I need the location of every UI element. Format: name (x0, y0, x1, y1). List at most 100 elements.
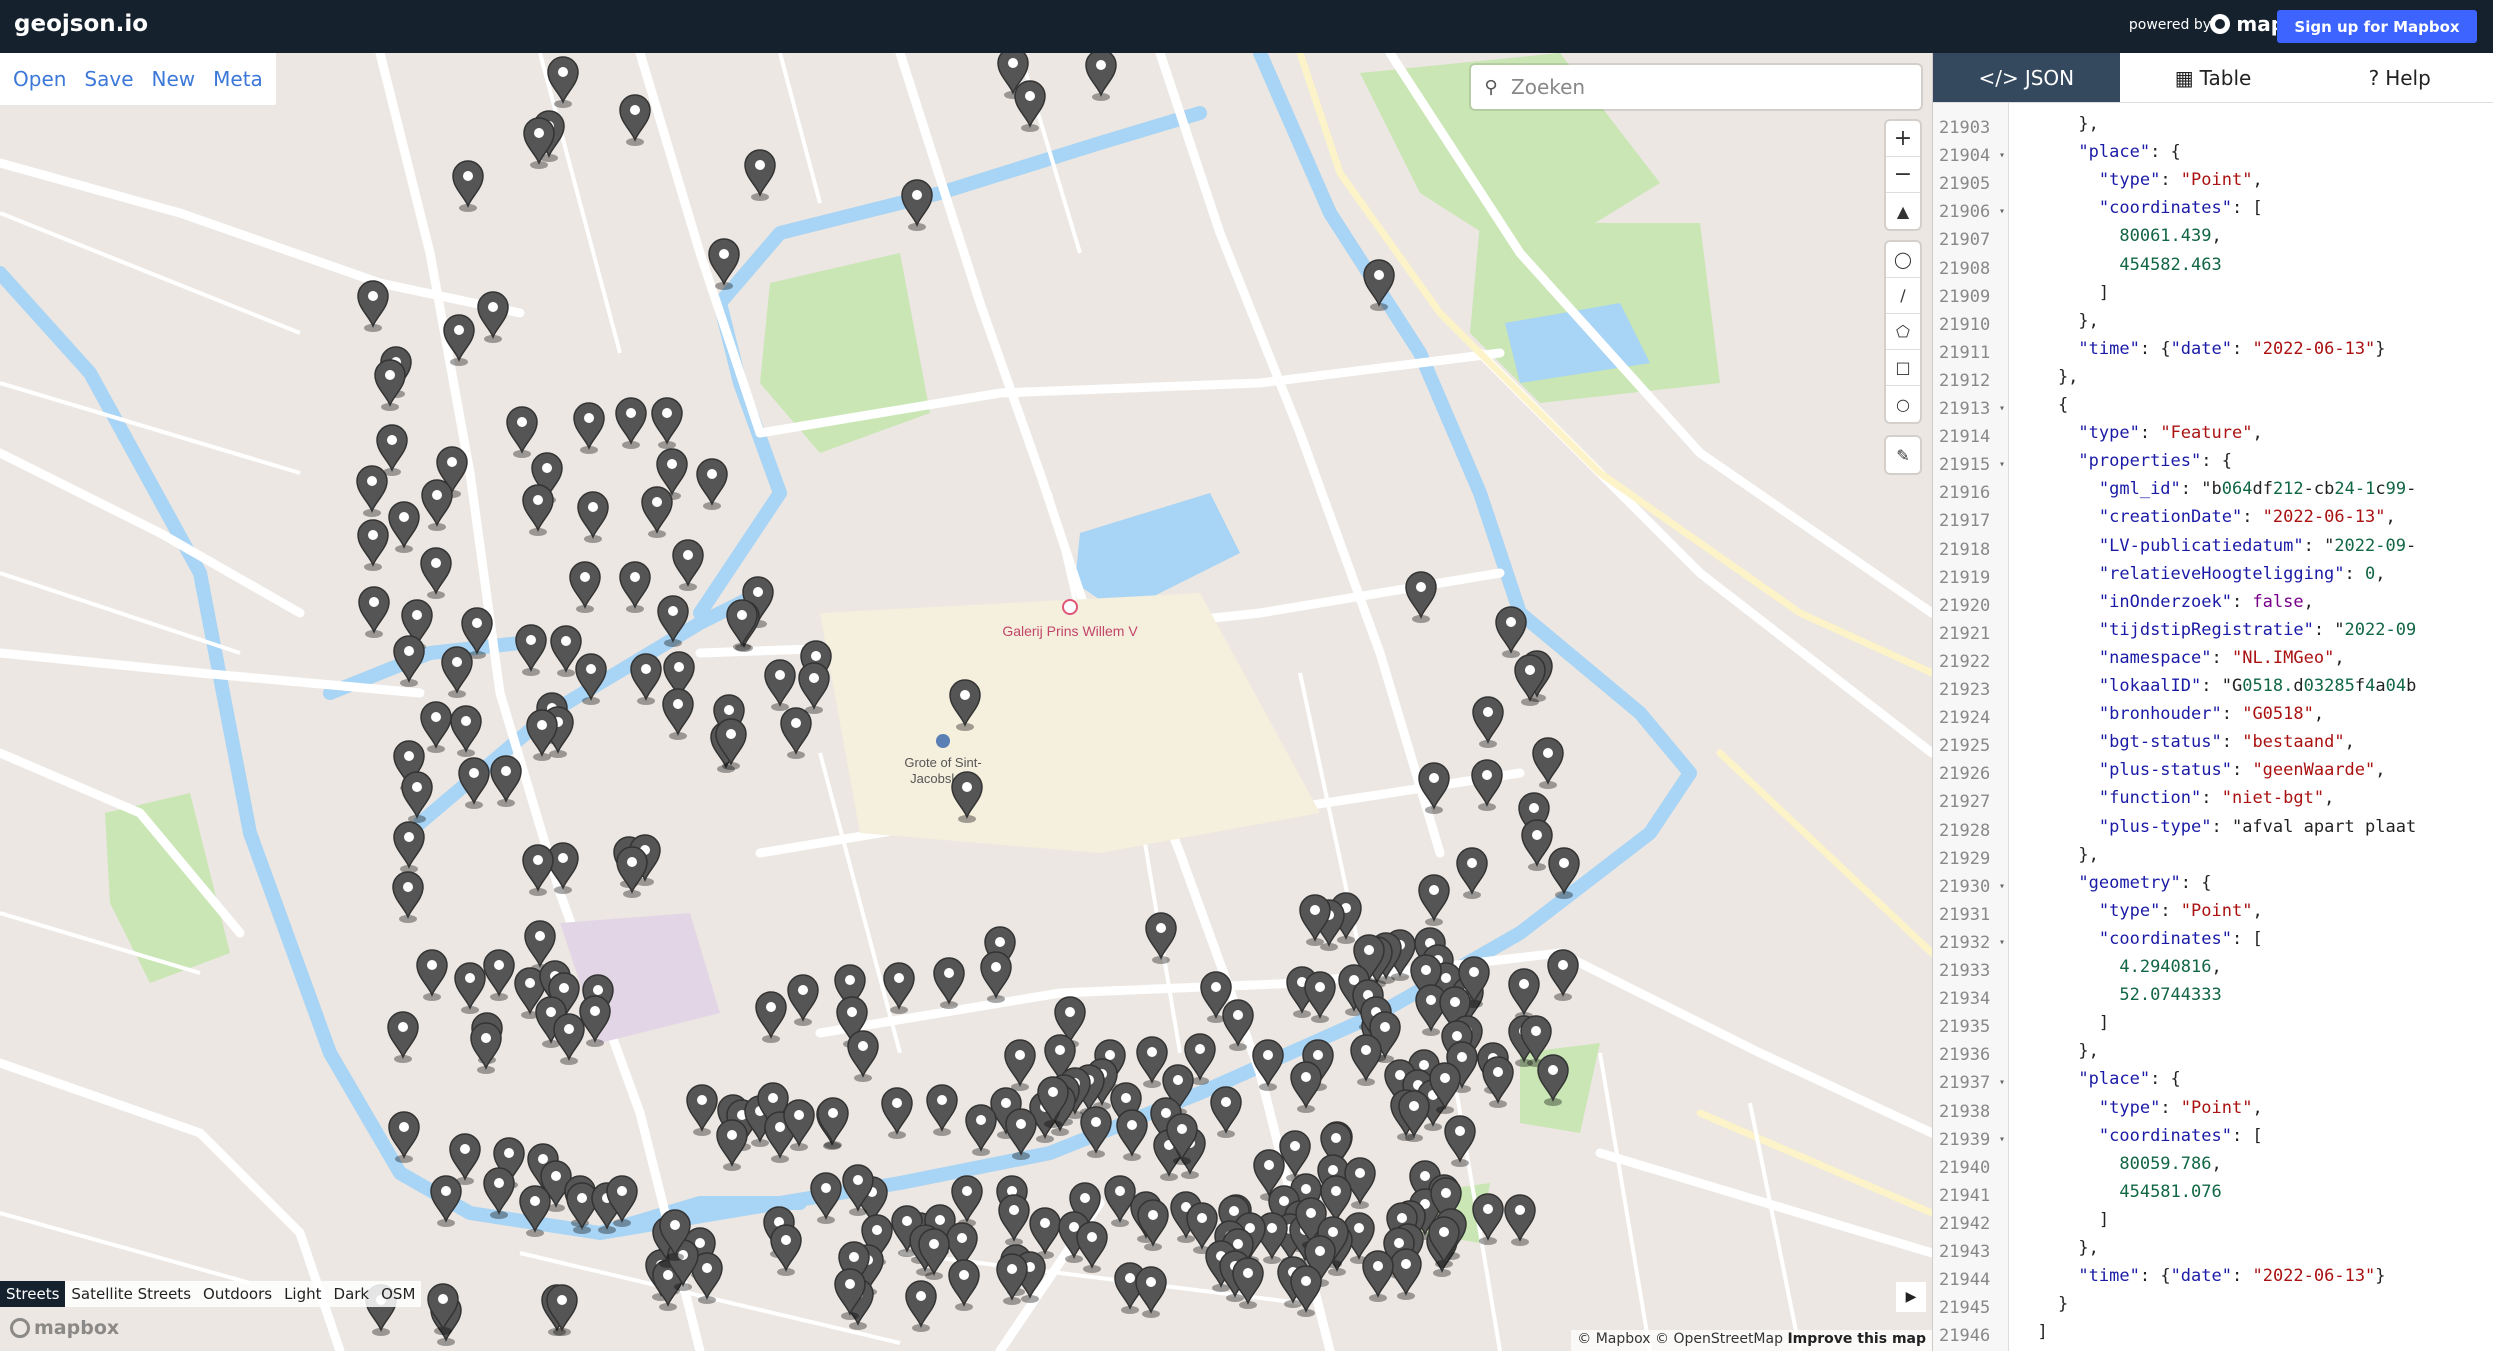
zoom-in-icon[interactable]: + (1886, 121, 1920, 157)
map-style-switcher: Streets Satellite Streets Outdoors Light… (0, 1281, 422, 1307)
edit-icon[interactable]: ✎ (1886, 437, 1920, 473)
fold-icon[interactable]: ▾ (1999, 929, 2005, 957)
line-number-text: 21927 (1939, 792, 1991, 813)
app-logo[interactable]: geojson.io (14, 11, 148, 37)
style-light[interactable]: Light (278, 1281, 327, 1307)
line-number-text: 21904 (1939, 146, 1991, 167)
code-line: "type": "Point", (2098, 1097, 2263, 1118)
line-number-text: 21926 (1939, 764, 1991, 785)
line-number: 21943 (1933, 1238, 2009, 1266)
code-line: 52.0744333 (2119, 985, 2222, 1006)
line-number-text: 21920 (1939, 595, 1991, 616)
line-number: 21918 (1933, 536, 2009, 564)
line-icon[interactable]: ∕ (1886, 278, 1920, 314)
search-icon: ⚲ (1484, 76, 1498, 98)
line-number-text: 21912 (1939, 370, 1991, 391)
line-number: 21920 (1933, 592, 2009, 620)
line-number: 21921 (1933, 620, 2009, 648)
style-osm[interactable]: OSM (375, 1281, 421, 1307)
new-menu[interactable]: New (143, 67, 205, 91)
fold-icon[interactable]: ▾ (1999, 1126, 2005, 1154)
line-number: 21904 ▾ (1933, 142, 2009, 170)
line-number: 21928 (1933, 817, 2009, 845)
line-number-text: 21943 (1939, 1242, 1991, 1262)
tab-help[interactable]: ? Help (2306, 53, 2493, 102)
fold-icon[interactable]: ▾ (1999, 1069, 2005, 1097)
improve-map-link[interactable]: Improve this map (1787, 1331, 1926, 1347)
map-canvas[interactable]: Galerij Prins Willem V Grote of Sint- Ja… (0, 53, 1932, 1351)
fold-icon[interactable]: ▾ (1999, 873, 2005, 901)
style-streets[interactable]: Streets (0, 1281, 66, 1307)
line-number-text: 21911 (1939, 342, 1991, 363)
tab-json[interactable]: </> JSON (1933, 53, 2120, 102)
line-number: 21944 (1933, 1266, 2009, 1294)
file-menu: Open Save New Meta (0, 53, 276, 105)
polygon-icon[interactable]: ⬠ (1886, 314, 1920, 350)
code-line: ] (2017, 282, 2110, 303)
rectangle-icon[interactable]: □ (1886, 350, 1920, 386)
line-number: 21915 ▾ (1933, 451, 2009, 479)
circle-icon[interactable]: ○ (1886, 386, 1920, 422)
line-number-text: 21928 (1939, 820, 1991, 841)
line-number: 21930 ▾ (1933, 873, 2009, 901)
line-number-text: 21924 (1939, 708, 1991, 729)
attribution: © Mapbox © OpenStreetMap Improve this ma… (1571, 1330, 1932, 1351)
code-line: "plus-type": "afval apart plaat (2098, 816, 2417, 837)
style-outdoors[interactable]: Outdoors (197, 1281, 278, 1307)
line-number: 21946 (1933, 1322, 2009, 1350)
line-number: 21919 (1933, 564, 2009, 592)
code-line: }, (2017, 1041, 2099, 1062)
style-satellite-streets[interactable]: Satellite Streets (65, 1281, 197, 1307)
line-number: 21922 (1933, 648, 2009, 676)
open-menu[interactable]: Open (4, 67, 75, 91)
marker-icon[interactable]: ◯ (1886, 242, 1920, 278)
zoom-out-icon[interactable]: − (1886, 157, 1920, 193)
line-number-text: 21906 (1939, 202, 1991, 223)
save-menu[interactable]: Save (75, 67, 142, 91)
line-number-text: 21914 (1939, 427, 1991, 448)
line-number: 21938 (1933, 1098, 2009, 1126)
mapbox-watermark-icon (10, 1318, 30, 1338)
signup-button[interactable]: Sign up for Mapbox (2277, 10, 2477, 43)
attribution-mapbox[interactable]: © Mapbox (1577, 1331, 1650, 1347)
line-number-text: 21935 (1939, 1017, 1991, 1038)
side-panel: </> JSON ▦ Table ? Help 21903 21904 ▾ 21905 219… (1932, 53, 2493, 1351)
search-box[interactable]: ⚲ (1471, 65, 1921, 109)
code-line: "time": {"date": "2022-06-13"} (2078, 1266, 2386, 1287)
fold-icon[interactable]: ▾ (1999, 395, 2005, 423)
line-number-text: 21908 (1939, 258, 1991, 279)
line-number-text: 21942 (1939, 1213, 1991, 1234)
line-number: 21940 (1933, 1154, 2009, 1182)
collapse-panel-icon[interactable]: ▶ (1896, 1282, 1926, 1312)
code-line: "place": { (2078, 1069, 2181, 1090)
line-number: 21916 (1933, 479, 2009, 507)
json-editor[interactable]: }, "place": { "type": "Point", "coordina… (2009, 103, 2493, 1351)
mapbox-watermark[interactable]: mapbox (10, 1317, 119, 1339)
line-number: 21926 (1933, 760, 2009, 788)
line-number-text: 21946 (1939, 1326, 1991, 1347)
code-line: "relatieveHoogteligging": 0, (2098, 563, 2386, 584)
top-bar: geojson.io powered by mapbox Sign up for… (0, 0, 2493, 53)
line-number-text: 21940 (1939, 1157, 1991, 1178)
code-line: "coordinates": [ (2098, 1125, 2263, 1146)
code-line: "bgt-status": "bestaand", (2098, 732, 2355, 753)
tab-table[interactable]: ▦ Table (2120, 53, 2307, 102)
poi-marker (936, 734, 950, 748)
code-line: }, (2017, 114, 2099, 134)
mapbox-watermark-text: mapbox (34, 1317, 120, 1339)
search-input[interactable] (1511, 75, 1911, 99)
fold-icon[interactable]: ▾ (1999, 142, 2005, 170)
line-number: 21934 (1933, 985, 2009, 1013)
code-line: "creationDate": "2022-06-13", (2098, 507, 2396, 528)
meta-menu[interactable]: Meta (204, 67, 272, 91)
fold-icon[interactable]: ▾ (1999, 198, 2005, 226)
attribution-osm[interactable]: © OpenStreetMap (1655, 1331, 1783, 1347)
code-line: ] (2017, 1013, 2110, 1034)
fold-icon[interactable]: ▾ (1999, 451, 2005, 479)
style-dark[interactable]: Dark (328, 1281, 376, 1307)
code-line: 80061.439, (2119, 226, 2222, 247)
line-number: 21910 (1933, 311, 2009, 339)
compass-icon[interactable]: ▲ (1886, 193, 1920, 229)
line-number-text: 21922 (1939, 651, 1991, 672)
code-line: "function": "niet-bgt", (2098, 788, 2335, 809)
